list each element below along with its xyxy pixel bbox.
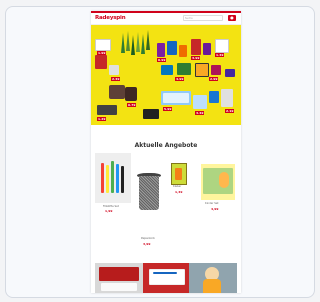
product-box [191,39,201,55]
price-tag: 3.99 [191,56,201,60]
price-tag: 1.29 [97,117,107,121]
marker-icon [116,164,119,193]
product-box [143,109,159,119]
kids-set-image [219,172,229,188]
section-title: Aktuelle Angebote [134,142,198,149]
product-box [203,43,211,55]
person-image [203,279,221,293]
promo-image [99,267,139,281]
product-box [179,45,187,57]
price-tag: 5.99 [163,107,173,111]
basket-image [109,85,125,99]
promo-display [193,95,207,109]
promo-banner[interactable] [95,263,143,293]
promo-display [163,93,189,103]
marker-icon [111,161,114,193]
product-box [225,69,235,77]
product-box [211,65,221,75]
marker-icon [106,165,109,193]
product-bottle-icon [136,32,140,52]
promo-banner[interactable] [189,263,237,293]
product-box [95,39,111,51]
product-bottle-icon [146,30,150,50]
product-box [109,65,119,75]
product-box [221,89,233,107]
price-tag: 3.49 [195,111,205,115]
product-image[interactable] [95,153,131,203]
product-price: 4,99 [211,207,219,211]
promo-image [153,272,177,274]
cart-icon[interactable]: ● [228,15,236,21]
product-box [161,65,173,75]
product-box [209,91,219,103]
basket-image [125,87,137,101]
price-tag: 2.99 [209,77,219,81]
glue-icon [175,168,182,180]
product-bottle-icon [141,34,145,54]
search-input[interactable]: Suche [183,15,223,21]
product-image[interactable] [135,169,163,221]
product-name[interactable]: Kleber [173,185,181,188]
product-image[interactable] [171,163,187,185]
basket-icon [139,176,159,210]
product-bottle-icon [121,33,125,53]
promo-banner[interactable] [143,263,189,293]
price-tag: 1.49 [215,53,225,57]
product-price: 1,49 [175,190,183,194]
product-box [195,63,209,77]
product-box [215,39,229,53]
marker-icon [101,163,104,193]
marker-icon [121,166,124,193]
product-box [177,63,191,75]
product-image[interactable] [201,164,235,200]
product-bottle-icon [126,31,130,51]
site-logo[interactable]: Radeyspin [95,15,126,21]
price-tag: 4.99 [175,77,185,81]
product-price: 3,99 [143,242,151,246]
product-box [95,55,107,69]
product-bottle-icon [131,35,135,55]
price-tag: 0.99 [157,58,167,62]
webpage-preview: Radeyspin Suche ● 1.99 2.49 0.99 3.99 1.… [91,11,241,293]
site-header: Radeyspin Suche ● [91,11,241,25]
product-price: 1,99 [105,209,113,213]
product-name[interactable]: Papierkorb [141,237,155,240]
brand-stripe [91,11,241,13]
price-tag: 2.19 [225,109,235,113]
product-box [157,43,165,57]
promo-image [101,283,137,291]
product-box [167,41,177,55]
basket-image [97,105,117,115]
price-tag: 2.49 [111,77,121,81]
price-tag: 0.79 [127,103,137,107]
product-name[interactable]: Kinder Set [205,202,218,205]
hero-banner[interactable]: 1.99 2.49 0.99 3.99 1.49 4.99 2.99 0.79 … [91,25,241,125]
product-name[interactable]: Filzstifte Set [103,205,119,208]
price-tag: 1.99 [97,51,107,55]
